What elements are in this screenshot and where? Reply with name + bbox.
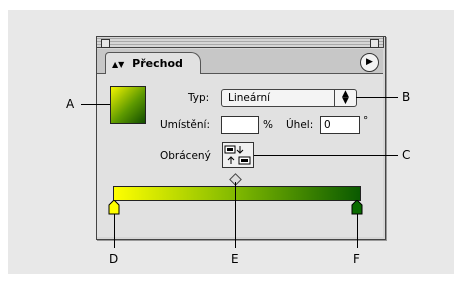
gradient-bar[interactable] bbox=[113, 186, 361, 201]
panel-title-bar[interactable] bbox=[96, 36, 384, 48]
callout-d: D bbox=[109, 252, 119, 266]
callout-b: B bbox=[402, 90, 411, 104]
reverse-icon bbox=[224, 145, 251, 165]
reverse-button[interactable] bbox=[222, 142, 254, 168]
angle-label: Úhel: bbox=[286, 119, 314, 131]
callout-line-f bbox=[357, 214, 358, 248]
callout-c: C bbox=[402, 148, 411, 162]
tab-arrows-icon: ▲▼ bbox=[112, 60, 125, 69]
panel-menu-button[interactable]: ▶ bbox=[360, 53, 379, 72]
callout-a: A bbox=[66, 97, 75, 111]
position-label: Umístění: bbox=[160, 119, 210, 131]
position-input[interactable] bbox=[221, 116, 259, 134]
panel-menu-icon: ▶ bbox=[366, 57, 373, 67]
callout-f: F bbox=[353, 252, 360, 266]
callout-line-e bbox=[235, 182, 236, 248]
select-stepper-icon: ▲ ▼ bbox=[334, 90, 356, 106]
zoom-box-icon[interactable] bbox=[370, 39, 379, 48]
angle-unit: ° bbox=[363, 115, 369, 127]
tab-title: Přechod bbox=[132, 57, 183, 70]
gradient-swatch bbox=[110, 86, 146, 124]
callout-line-a bbox=[81, 104, 110, 105]
callout-e: E bbox=[231, 252, 239, 266]
callout-line-b bbox=[356, 97, 398, 98]
callout-line-d bbox=[114, 214, 115, 248]
close-box-icon[interactable] bbox=[101, 39, 110, 48]
type-select[interactable]: Lineární ▲ ▼ bbox=[221, 89, 357, 107]
callout-line-c bbox=[254, 155, 398, 156]
start-color-stop[interactable] bbox=[108, 200, 120, 215]
angle-input[interactable]: 0 bbox=[320, 116, 360, 134]
reverse-label: Obrácený bbox=[160, 150, 211, 162]
type-select-value: Lineární bbox=[228, 92, 271, 104]
tab-gradient[interactable]: ▲▼ Přechod bbox=[105, 52, 201, 74]
position-unit: % bbox=[263, 119, 273, 131]
type-label: Typ: bbox=[188, 92, 210, 104]
end-color-stop[interactable] bbox=[351, 200, 363, 215]
